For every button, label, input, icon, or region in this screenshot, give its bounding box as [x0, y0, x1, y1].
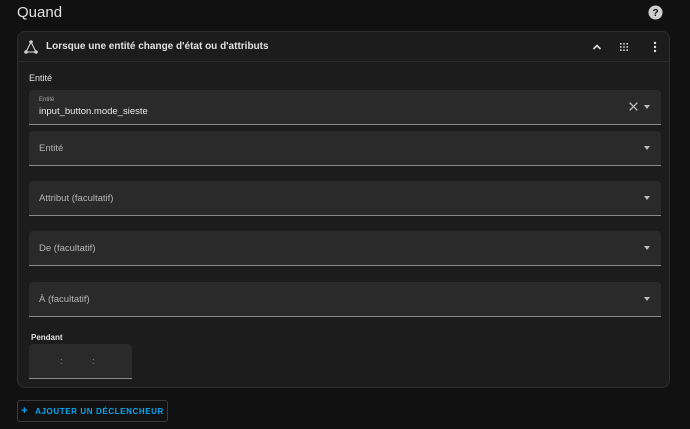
from-state-placeholder: De (facultatif)	[39, 243, 96, 254]
page-header: Quand ?	[0, 0, 690, 28]
drag-handle-icon	[620, 43, 628, 51]
attribute-select[interactable]: Attribut (facultatif)	[29, 181, 661, 216]
trigger-card-header[interactable]: Lorsque une entité change d'état ou d'at…	[18, 32, 669, 62]
trigger-card: Lorsque une entité change d'état ou d'at…	[17, 31, 670, 388]
chevron-down-icon[interactable]	[644, 146, 650, 150]
add-trigger-button[interactable]: + AJOUTER UN DÉCLENCHEUR	[17, 400, 168, 422]
field-floating-label: Entité	[39, 97, 55, 103]
help-circle-icon[interactable]: ?	[648, 5, 663, 20]
more-options-button[interactable]	[646, 38, 664, 56]
entity-select[interactable]: Entité	[29, 131, 661, 166]
section-title: Quand	[17, 4, 63, 21]
chevron-down-icon[interactable]	[644, 196, 650, 200]
plus-icon: +	[21, 405, 29, 417]
duration-input[interactable]: : :	[29, 344, 132, 379]
chevron-down-icon[interactable]	[644, 105, 650, 109]
drag-handle-button[interactable]	[615, 38, 633, 56]
duration-separator: :	[92, 356, 95, 366]
add-trigger-label: AJOUTER UN DÉCLENCHEUR	[35, 406, 164, 416]
close-icon[interactable]	[628, 101, 639, 112]
more-vertical-icon	[653, 41, 657, 53]
chevron-up-icon	[592, 44, 602, 50]
trigger-card-title: Lorsque une entité change d'état ou d'at…	[46, 41, 269, 52]
attribute-placeholder: Attribut (facultatif)	[39, 193, 114, 204]
from-state-select[interactable]: De (facultatif)	[29, 231, 661, 266]
duration-separator: :	[60, 356, 63, 366]
svg-text:?: ?	[652, 8, 658, 19]
to-state-placeholder: À (facultatif)	[39, 294, 90, 305]
entity-placeholder: Entité	[39, 143, 64, 154]
to-state-select[interactable]: À (facultatif)	[29, 282, 661, 317]
entity-value[interactable]: input_button.mode_sieste	[39, 106, 148, 117]
chevron-down-icon[interactable]	[644, 246, 650, 250]
state-change-icon	[24, 40, 38, 54]
duration-label: Pendant	[31, 333, 63, 342]
collapse-button[interactable]	[588, 38, 606, 56]
entity-select-filled[interactable]: Entité input_button.mode_sieste	[29, 90, 661, 125]
chevron-down-icon[interactable]	[644, 297, 650, 301]
entity-section-label: Entité	[29, 73, 53, 83]
